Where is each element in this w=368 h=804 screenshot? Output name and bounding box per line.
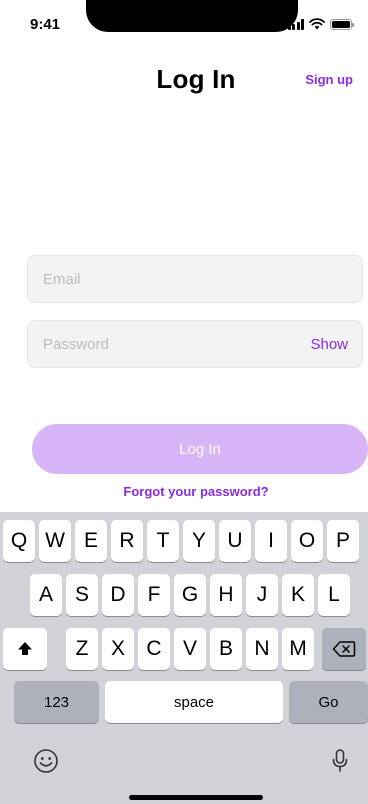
key-e[interactable]: E [75,520,107,562]
signup-link[interactable]: Sign up [305,72,353,87]
keyboard-row-4: 123 space Go [0,681,368,723]
key-y[interactable]: Y [183,520,215,562]
keyboard: Q W E R T Y U I O P A S D F G H J K L Z … [0,512,368,804]
email-field-container [27,255,363,303]
password-field-container: Show [27,320,363,368]
shift-icon [18,642,32,655]
login-button[interactable]: Log In [32,424,368,474]
device-notch [86,0,298,32]
status-bar: 9:41 [0,0,368,50]
key-j[interactable]: J [246,574,278,616]
key-q[interactable]: Q [3,520,35,562]
go-key[interactable]: Go [289,681,368,723]
key-s[interactable]: S [66,574,98,616]
key-i[interactable]: I [255,520,287,562]
email-field[interactable] [28,256,362,302]
key-n[interactable]: N [246,628,278,670]
emoji-icon[interactable] [33,748,59,774]
key-p[interactable]: P [327,520,359,562]
forgot-password-link[interactable]: Forgot your password? [0,484,368,499]
status-time: 9:41 [30,16,61,33]
shift-key[interactable] [3,628,47,670]
space-key[interactable]: space [105,681,283,723]
key-b[interactable]: B [210,628,242,670]
key-l[interactable]: L [318,574,350,616]
key-d[interactable]: D [102,574,134,616]
key-t[interactable]: T [147,520,179,562]
keyboard-row-1: Q W E R T Y U I O P [0,520,368,562]
key-x[interactable]: X [102,628,134,670]
backspace-key[interactable] [322,628,366,670]
key-z[interactable]: Z [66,628,98,670]
key-g[interactable]: G [174,574,206,616]
cellular-signal-icon [287,19,304,30]
key-k[interactable]: K [282,574,314,616]
key-c[interactable]: C [138,628,170,670]
status-icons [287,18,354,30]
backspace-icon [332,641,356,657]
key-a[interactable]: A [30,574,62,616]
home-indicator [129,795,263,800]
key-v[interactable]: V [174,628,206,670]
numbers-key[interactable]: 123 [14,681,99,723]
key-m[interactable]: M [282,628,314,670]
microphone-icon[interactable] [331,748,349,774]
key-o[interactable]: O [291,520,323,562]
key-r[interactable]: R [111,520,143,562]
key-w[interactable]: W [39,520,71,562]
keyboard-row-2: A S D F G H J K L [0,574,368,616]
wifi-icon [309,18,325,30]
show-password-toggle[interactable]: Show [310,336,348,353]
key-u[interactable]: U [219,520,251,562]
keyboard-row-3: Z X C V B N M [0,628,368,670]
battery-icon [330,19,354,30]
key-f[interactable]: F [138,574,170,616]
key-h[interactable]: H [210,574,242,616]
